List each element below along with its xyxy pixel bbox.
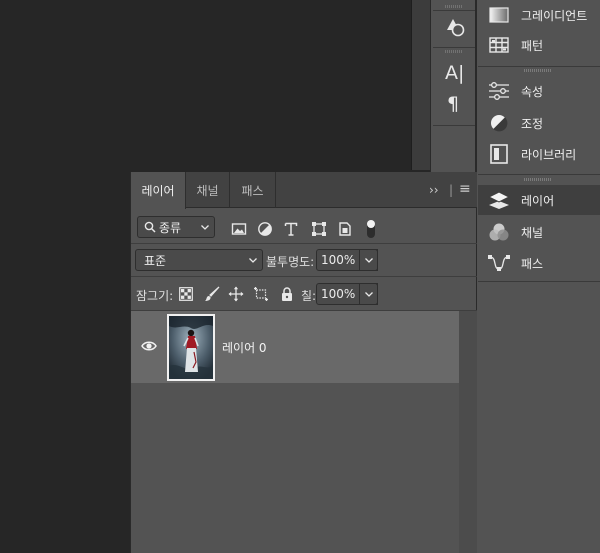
- tab-label: 패스: [241, 183, 264, 198]
- lock-transparency-icon[interactable]: [179, 287, 193, 301]
- dock-item-label: 레이어: [521, 193, 555, 208]
- fill-dropdown-button[interactable]: [359, 283, 378, 305]
- dock-item-channels[interactable]: 채널: [478, 217, 600, 247]
- adjustments-icon: [487, 112, 511, 134]
- panel-scrollbar[interactable]: [459, 311, 477, 553]
- blend-opacity-row: 표준 불투명도: 100%: [131, 244, 477, 277]
- lock-fill-row: 잠그기: 칠: 100%: [131, 277, 477, 311]
- opacity-dropdown-button[interactable]: [359, 249, 378, 271]
- dock-item-patterns[interactable]: 패턴: [478, 30, 600, 60]
- blend-mode-value: 표준: [144, 253, 167, 268]
- tab-label: 채널: [196, 183, 219, 198]
- paths-icon: [487, 252, 511, 274]
- dock-item-layers[interactable]: 레이어: [478, 185, 600, 215]
- filter-kind-select[interactable]: 종류: [137, 216, 215, 238]
- channels-icon: [487, 221, 511, 243]
- tab-label: 레이어: [141, 184, 175, 198]
- visibility-eye-icon[interactable]: [141, 340, 157, 352]
- lock-position-move-icon[interactable]: [228, 286, 244, 302]
- dock-item-adjustments[interactable]: 조정: [478, 108, 600, 138]
- dock-item-gradients[interactable]: 그레이디언트: [478, 0, 600, 30]
- dock-item-label: 속성: [521, 84, 544, 99]
- dock-grip-handle[interactable]: [524, 178, 552, 181]
- adjustment-filter-icon[interactable]: [257, 221, 273, 237]
- paragraph-icon[interactable]: ¶: [447, 93, 469, 115]
- strip-divider: [433, 10, 475, 11]
- tab-layers[interactable]: 레이어: [131, 172, 186, 209]
- strip-grip-handle[interactable]: [445, 5, 463, 8]
- blend-mode-select[interactable]: 표준: [135, 249, 263, 271]
- chevron-down-icon: [365, 292, 373, 297]
- dock-item-libraries[interactable]: 라이브러리: [478, 139, 600, 169]
- layers-panel: 레이어 채널 패스 ›› | ≡ 종류 표준 불투명도: 100% 잠그기: 칠…: [130, 172, 477, 553]
- paragraph-glyph: ¶: [447, 93, 460, 115]
- dock-item-paths[interactable]: 패스: [478, 248, 600, 278]
- opacity-value: 100%: [321, 253, 356, 267]
- dock-item-label: 조정: [521, 116, 544, 131]
- filter-toggle-icon[interactable]: [366, 218, 376, 240]
- dock-item-properties[interactable]: 속성: [478, 76, 600, 106]
- strip-divider: [433, 47, 475, 48]
- dock-divider: [478, 174, 600, 175]
- fill-label: 칠:: [301, 289, 317, 303]
- layer-thumbnail[interactable]: [167, 314, 215, 381]
- lock-all-icon[interactable]: [279, 286, 295, 302]
- lock-label: 잠그기:: [136, 289, 174, 303]
- dock-item-label: 채널: [521, 225, 544, 240]
- dock-item-label: 라이브러리: [521, 147, 577, 162]
- filter-row: 종류: [131, 209, 477, 244]
- character-icon[interactable]: A|: [445, 62, 467, 84]
- layer-name[interactable]: 레이어 0: [222, 339, 267, 356]
- tab-channels[interactable]: 채널: [186, 172, 230, 208]
- collapsed-panel-strip: A| ¶: [430, 0, 476, 172]
- tab-divider: |: [449, 183, 454, 197]
- pattern-icon: [487, 34, 511, 56]
- shape-filter-icon[interactable]: [311, 221, 327, 237]
- layers-icon: [487, 189, 511, 211]
- lock-pixels-brush-icon[interactable]: [204, 286, 220, 302]
- smart-object-filter-icon[interactable]: [337, 221, 353, 237]
- layer-row[interactable]: 레이어 0: [131, 311, 459, 383]
- libraries-icon: [487, 143, 511, 165]
- shapes-icon[interactable]: [444, 16, 466, 38]
- panel-menu-button[interactable]: ≡: [459, 181, 471, 197]
- gradient-icon: [487, 4, 511, 26]
- panel-tab-bar: 레이어 채널 패스 ›› | ≡: [131, 172, 477, 209]
- filter-kind-value: 종류: [159, 220, 182, 235]
- strip-divider: [433, 125, 475, 126]
- image-filter-icon[interactable]: [231, 221, 247, 237]
- type-filter-icon[interactable]: [283, 221, 299, 237]
- chevron-down-icon: [201, 225, 209, 230]
- chevron-down-icon: [365, 258, 373, 263]
- canvas-edge: [411, 0, 431, 170]
- strip-grip-handle[interactable]: [445, 50, 463, 53]
- fill-value: 100%: [321, 287, 356, 301]
- tab-paths[interactable]: 패스: [230, 172, 276, 208]
- dock-item-label: 패턴: [521, 38, 544, 53]
- dock-item-label: 그레이디언트: [521, 8, 588, 23]
- properties-icon: [487, 80, 511, 102]
- dock-divider: [478, 281, 600, 282]
- opacity-label: 불투명도:: [266, 255, 315, 269]
- right-panel-dock: 그레이디언트 패턴 속성 조정 라이브러리 레이어 채널 패스: [476, 0, 600, 553]
- chevron-down-icon: [249, 258, 257, 263]
- dock-divider: [478, 66, 600, 67]
- lock-artboard-icon[interactable]: [253, 286, 269, 302]
- collapse-panel-button[interactable]: ››: [429, 183, 439, 197]
- dock-grip-handle[interactable]: [524, 69, 552, 72]
- dock-item-label: 패스: [521, 256, 544, 271]
- character-glyph: A|: [445, 62, 465, 84]
- search-icon: [144, 221, 156, 233]
